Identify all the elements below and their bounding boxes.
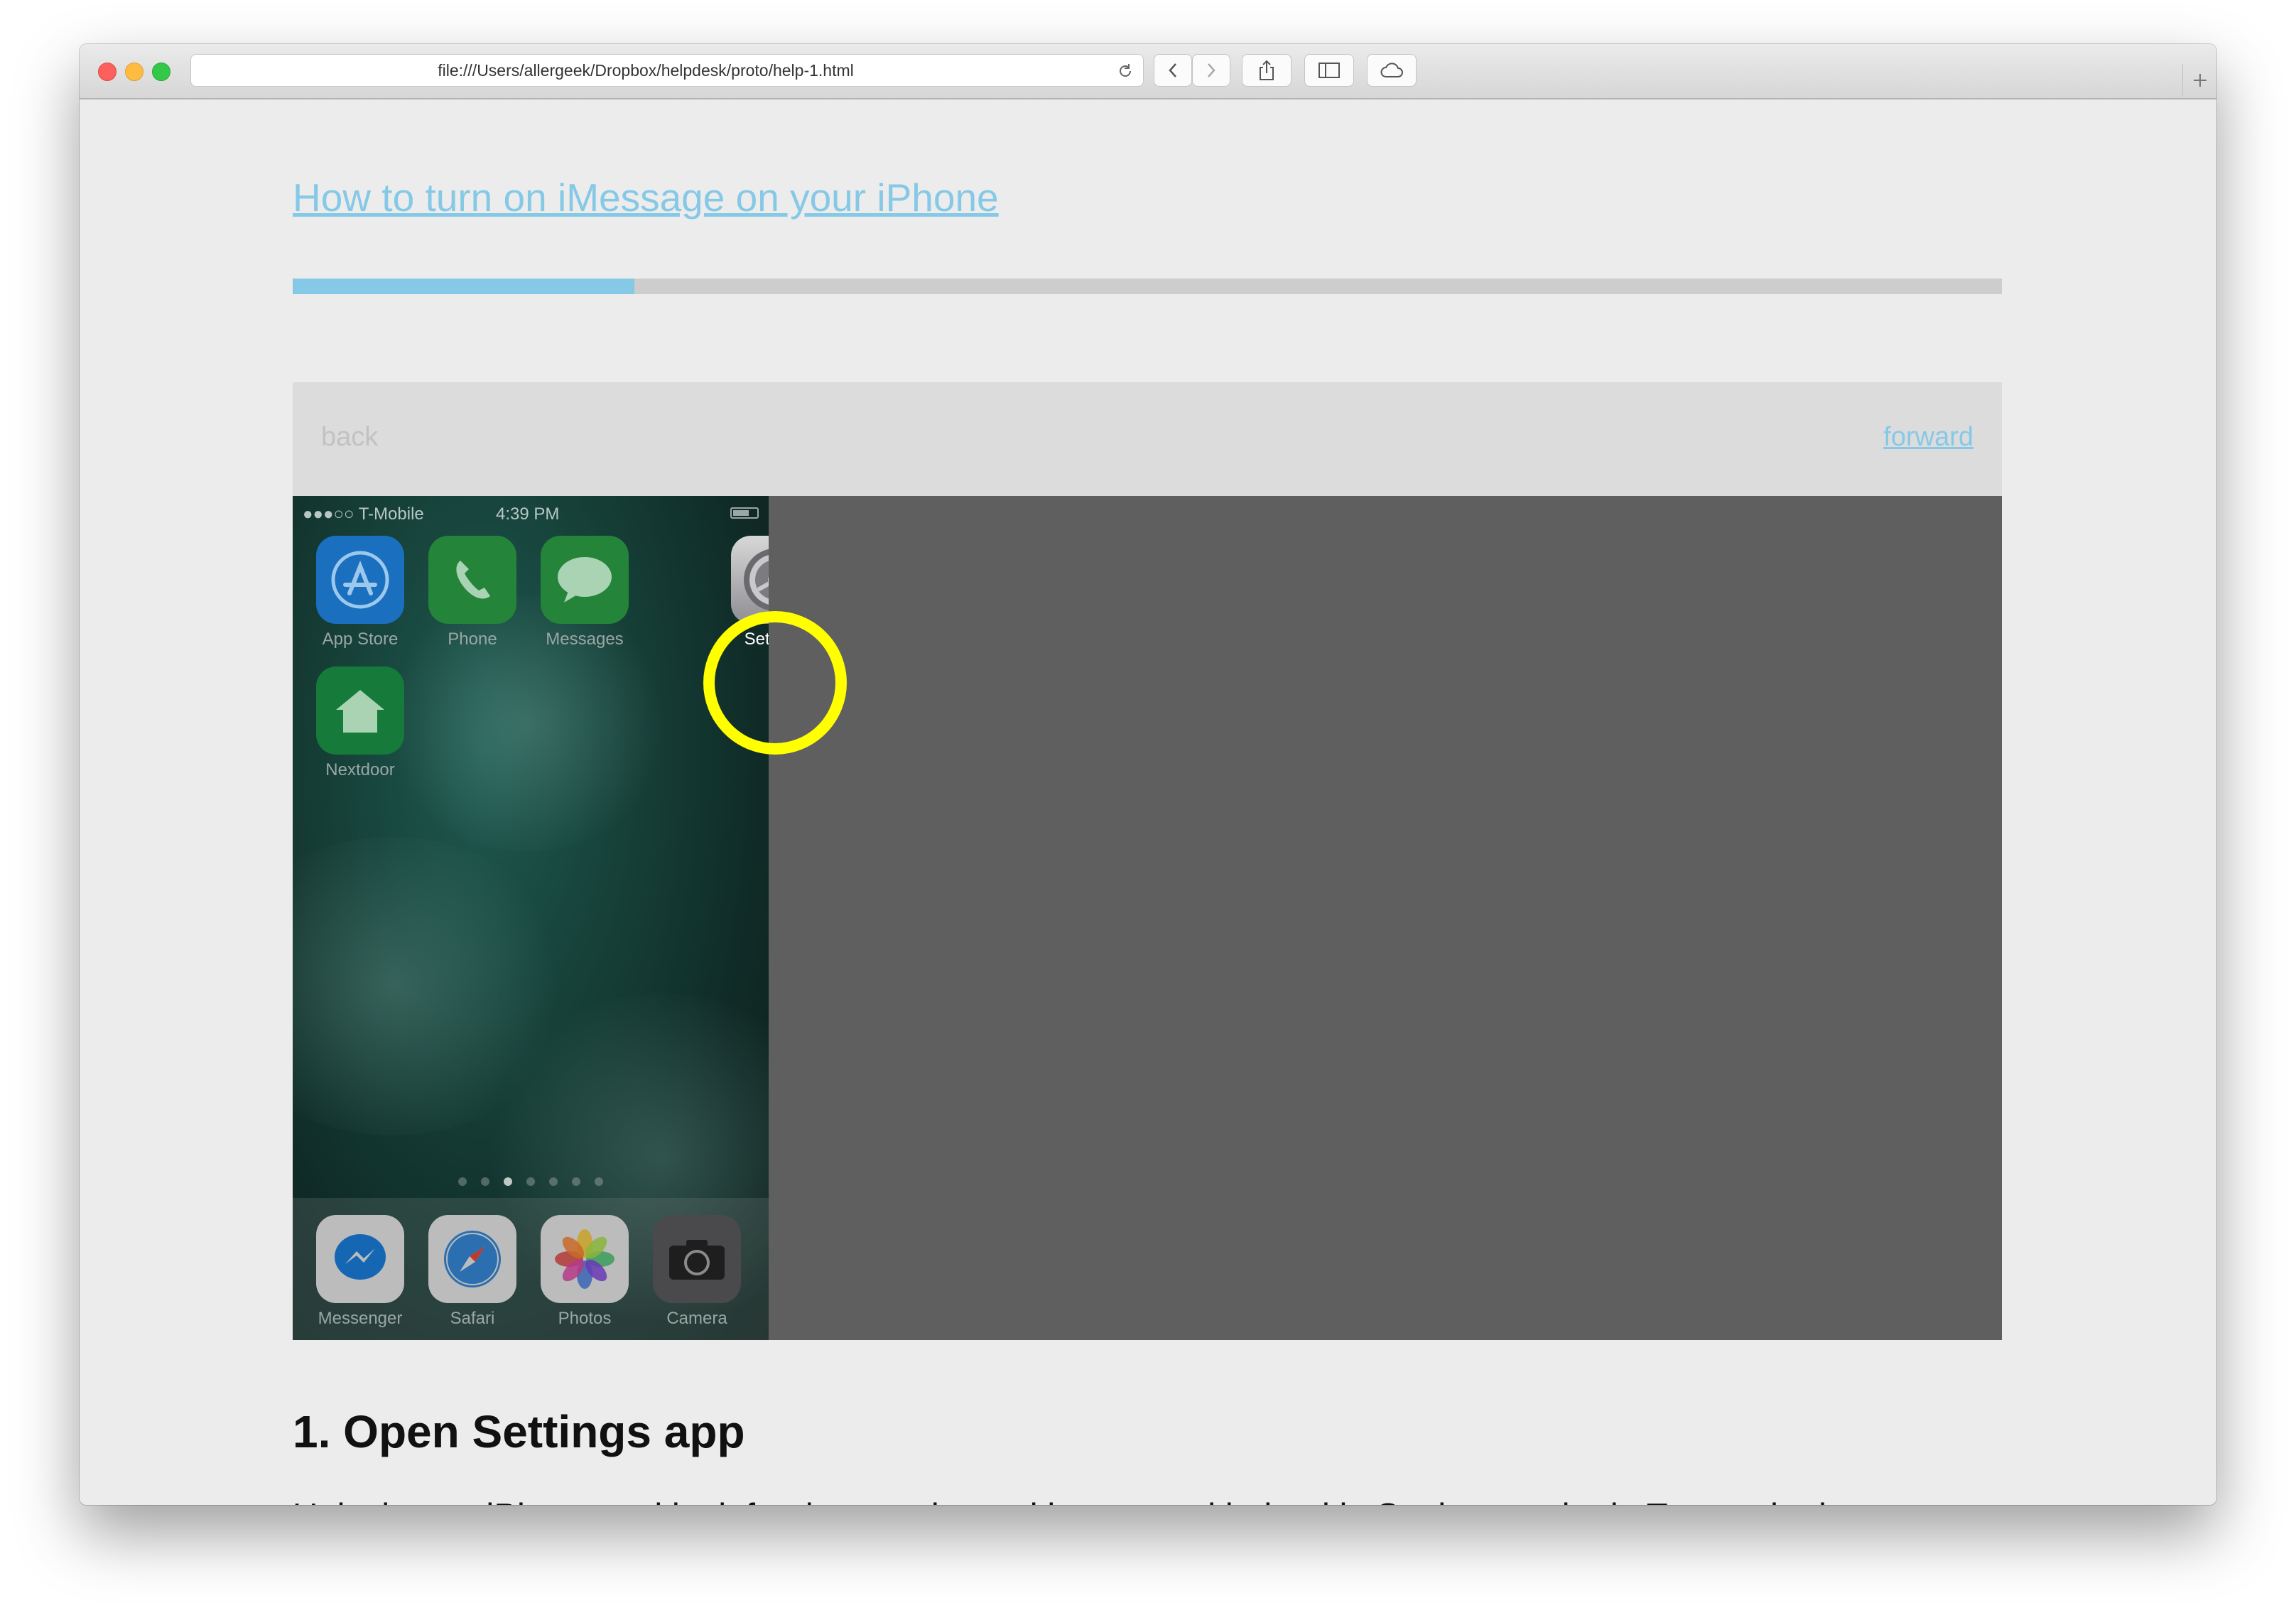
phone-icon [428, 536, 516, 624]
phone-status-bar: ●●●○○ T-Mobile 4:39 PM [293, 496, 769, 531]
page-dots [293, 1177, 769, 1189]
settings-highlight-circle [703, 611, 847, 755]
progress-fill [293, 279, 635, 294]
address-bar[interactable]: file:///Users/allergeek/Dropbox/helpdesk… [190, 54, 1144, 87]
chevron-left-icon [1169, 63, 1176, 77]
phone-dock: Messenger Safari Photos Camera [293, 1198, 769, 1340]
icloud-tabs-button[interactable] [1367, 54, 1417, 87]
safari-compass-icon [428, 1215, 516, 1303]
plus-icon [2194, 74, 2206, 87]
app-label: App Store [322, 630, 399, 649]
progress-bar [293, 279, 2002, 294]
close-window-button[interactable] [98, 63, 117, 81]
app-label: Nextdoor [325, 760, 395, 779]
app-app-store[interactable]: App Store [314, 536, 406, 649]
step-navigation: back forward [293, 382, 2002, 496]
sidebar-icon [1318, 63, 1340, 78]
app-messages[interactable]: Messages [538, 536, 631, 649]
address-url: file:///Users/allergeek/Dropbox/helpdesk… [438, 61, 854, 80]
status-time: 4:39 PM [496, 504, 560, 524]
photos-flower-icon [541, 1215, 629, 1303]
sidebar-button[interactable] [1304, 54, 1354, 87]
chevron-right-icon [1208, 63, 1215, 77]
app-label: Messages [546, 630, 624, 649]
app-label: Photos [558, 1309, 612, 1328]
app-camera[interactable]: Camera [651, 1215, 743, 1329]
camera-icon [653, 1215, 741, 1303]
zoom-window-button[interactable] [152, 63, 170, 81]
new-tab-button[interactable] [2182, 64, 2216, 97]
app-nextdoor[interactable]: Nextdoor [314, 666, 406, 780]
page-content: How to turn on iMessage on your iPhone b… [80, 99, 2216, 1505]
nextdoor-house-icon [316, 666, 404, 755]
app-messenger[interactable]: Messenger [314, 1215, 406, 1329]
share-icon [1260, 60, 1274, 80]
settings-gear-icon [731, 536, 769, 624]
wallpaper-wave [378, 595, 676, 851]
app-phone[interactable]: Phone [426, 536, 519, 649]
messages-icon [541, 536, 629, 624]
share-button[interactable] [1242, 54, 1292, 87]
app-safari[interactable]: Safari [426, 1215, 519, 1329]
app-store-icon [316, 536, 404, 624]
app-label: Messenger [318, 1309, 403, 1328]
app-label: Camera [666, 1309, 727, 1328]
battery-icon [730, 507, 759, 519]
minimize-window-button[interactable] [125, 63, 144, 81]
title-bar: file:///Users/allergeek/Dropbox/helpdesk… [80, 44, 2216, 99]
messenger-icon [316, 1215, 404, 1303]
page-title-link[interactable]: How to turn on iMessage on your iPhone [293, 175, 999, 220]
app-photos[interactable]: Photos [538, 1215, 631, 1329]
cloud-icon [1380, 63, 1403, 77]
iphone-home-screen: ●●●○○ T-Mobile 4:39 PM App Store Phone M… [293, 496, 769, 1340]
step-heading: 1. Open Settings app [293, 1406, 745, 1457]
browser-window: file:///Users/allergeek/Dropbox/helpdesk… [80, 44, 2216, 1505]
app-label: Phone [448, 630, 497, 649]
back-button[interactable] [1154, 54, 1192, 87]
reload-icon[interactable] [1116, 62, 1135, 80]
carrier-label: ●●●○○ T-Mobile [303, 504, 424, 524]
app-label: Safari [450, 1309, 495, 1328]
screenshot-panel: ●●●○○ T-Mobile 4:39 PM App Store Phone M… [293, 496, 2002, 1340]
forward-link[interactable]: forward [1883, 422, 1973, 453]
forward-button[interactable] [1192, 54, 1230, 87]
back-link[interactable]: back [321, 422, 378, 453]
step-instructions: Unlock your iPhone and look for the grey… [293, 1496, 1892, 1505]
